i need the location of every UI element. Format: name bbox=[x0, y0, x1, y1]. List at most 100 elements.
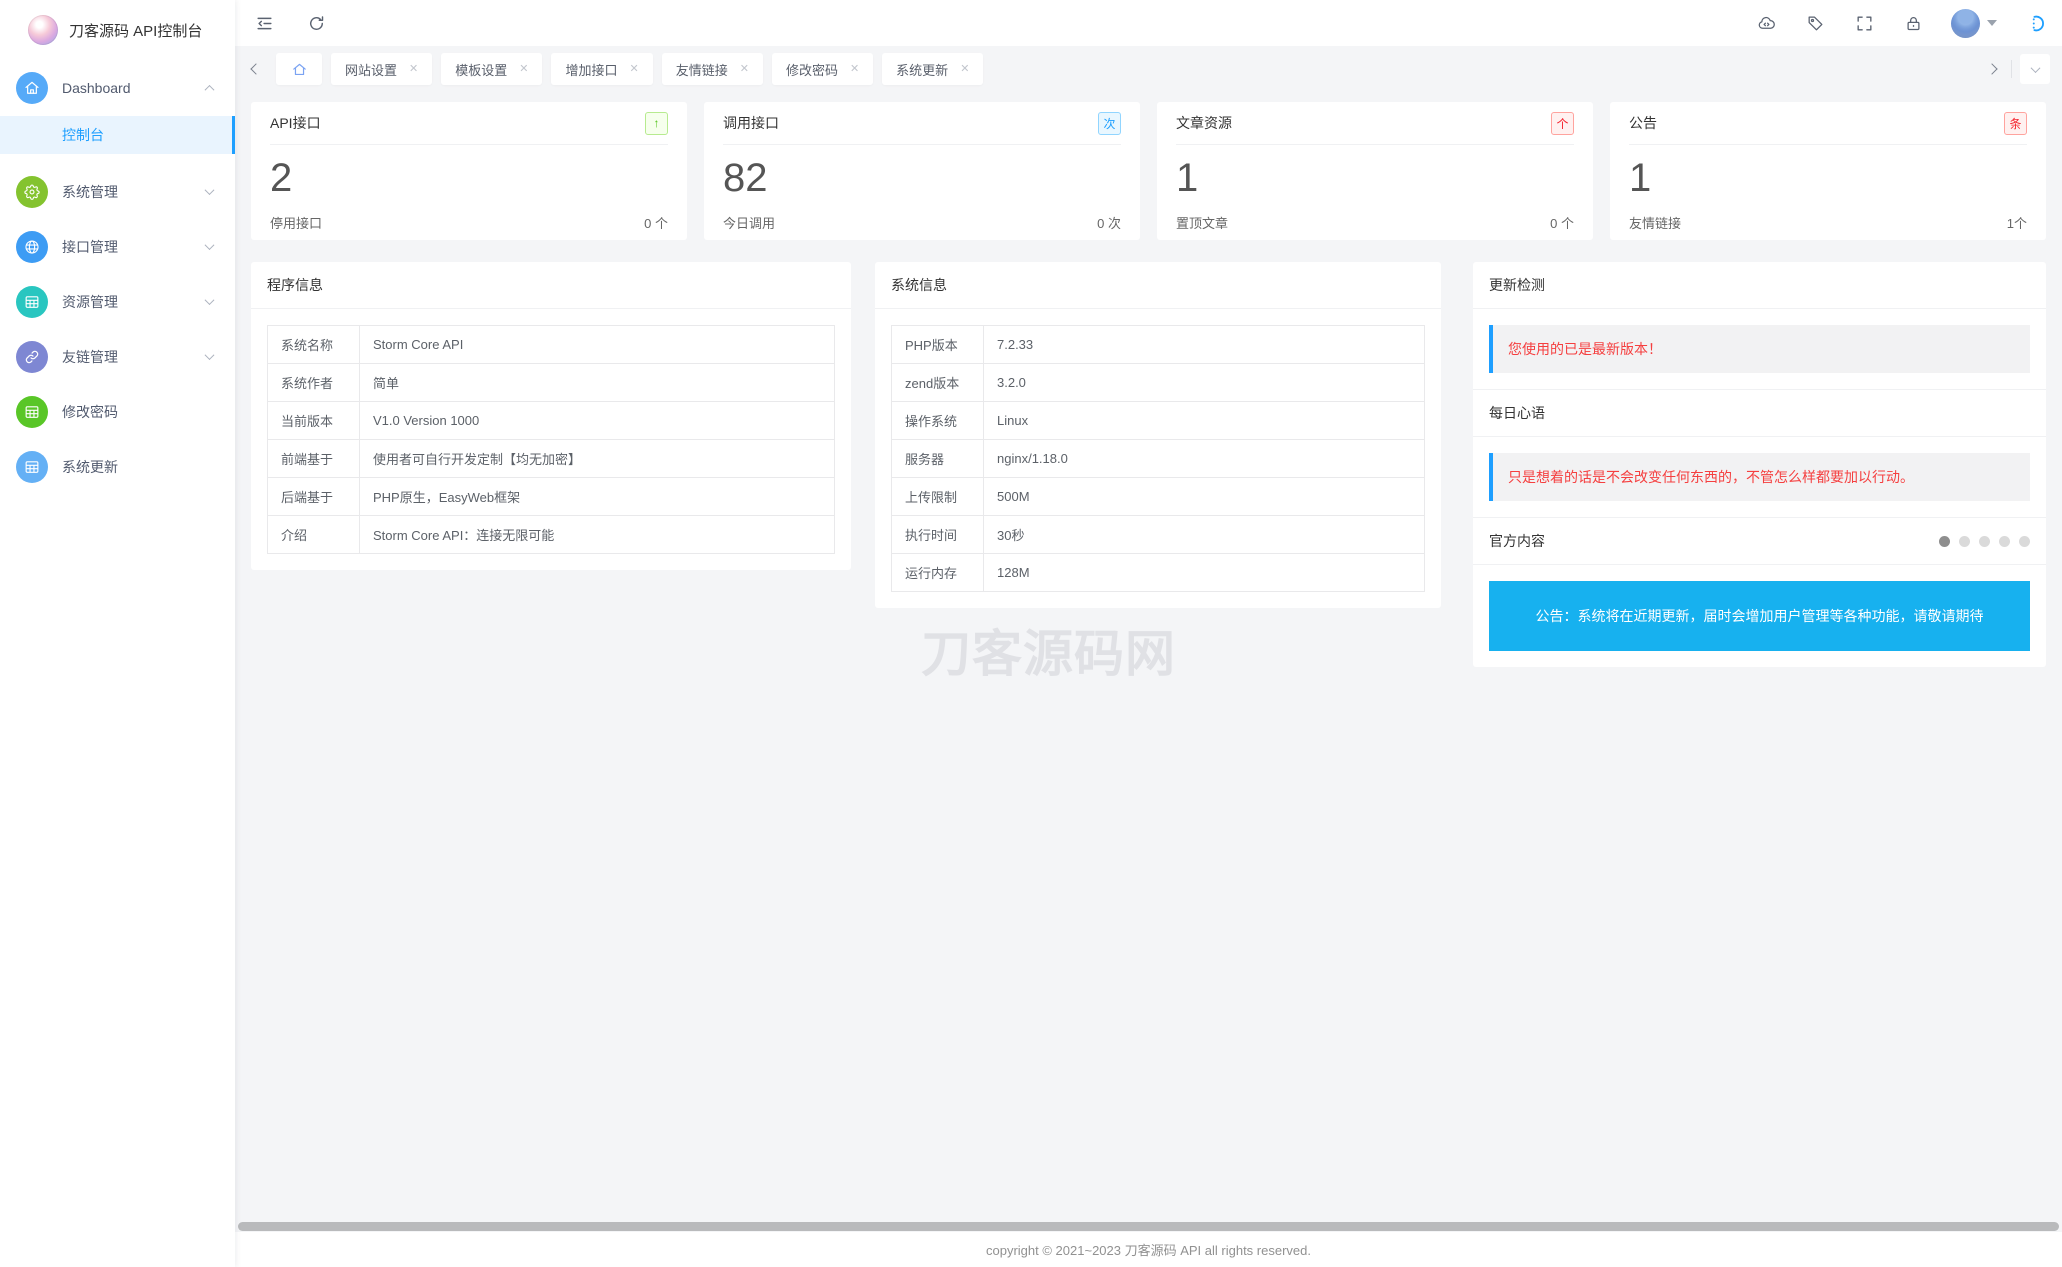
info-label: 系统名称 bbox=[268, 326, 360, 364]
program-info-title: 程序信息 bbox=[251, 262, 851, 309]
info-label: zend版本 bbox=[892, 364, 984, 402]
program-info-table: 系统名称Storm Core API系统作者简单当前版本V1.0 Version… bbox=[267, 325, 835, 554]
tab-item[interactable]: 系统更新✕ bbox=[882, 53, 983, 85]
tag-icon[interactable] bbox=[1804, 12, 1826, 34]
lock-icon[interactable] bbox=[1902, 12, 1924, 34]
close-tab-icon[interactable]: ✕ bbox=[409, 64, 418, 75]
close-tab-icon[interactable]: ✕ bbox=[740, 64, 749, 75]
sidebar-item[interactable]: 接口管理 bbox=[0, 219, 235, 274]
stat-card: 文章资源个1置顶文章0 个 bbox=[1157, 102, 1593, 240]
stat-title: API接口 bbox=[270, 113, 321, 133]
close-tab-icon[interactable]: ✕ bbox=[960, 64, 969, 75]
stat-card: 调用接口次82今日调用0 次 bbox=[704, 102, 1140, 240]
refresh-icon[interactable] bbox=[305, 12, 327, 34]
right-panel: 更新检测 您使用的已是最新版本！ 每日心语 bbox=[1473, 262, 2046, 667]
globe-icon bbox=[16, 231, 48, 263]
tab-item[interactable]: 增加接口✕ bbox=[551, 53, 652, 85]
info-row: 执行时间30秒 bbox=[892, 516, 1425, 554]
collapse-sidebar-icon[interactable] bbox=[253, 12, 275, 34]
link-icon bbox=[16, 341, 48, 373]
carousel-dot[interactable] bbox=[1939, 536, 1950, 547]
sidebar-item[interactable]: 修改密码 bbox=[0, 384, 235, 439]
stat-footer-value: 0 次 bbox=[1097, 213, 1121, 232]
tabbar: 网站设置✕模板设置✕增加接口✕友情链接✕修改密码✕系统更新✕ bbox=[235, 46, 2062, 92]
sidebar-item-label: 系统更新 bbox=[62, 457, 213, 477]
tab-item[interactable]: 模板设置 ✕ bbox=[441, 53, 542, 85]
sidebar-subitem[interactable]: 控制台 bbox=[0, 116, 235, 154]
tabs-forward-icon[interactable] bbox=[1981, 53, 2003, 85]
panels-row: 程序信息 系统名称Storm Core API系统作者简单当前版本V1.0 Ve… bbox=[251, 262, 2046, 667]
info-row: 操作系统Linux bbox=[892, 402, 1425, 440]
sidebar-item[interactable]: 系统更新 bbox=[0, 439, 235, 494]
sidebar-item-label: 友链管理 bbox=[62, 347, 206, 367]
horizontal-scrollbar[interactable] bbox=[238, 1222, 2059, 1231]
user-menu[interactable] bbox=[1951, 9, 1997, 38]
chevron-down-icon bbox=[205, 240, 215, 250]
daily-quote-alert: 只是想着的话是不会改变任何东西的，不管怎么样都要加以行动。 bbox=[1489, 453, 2030, 501]
update-check-section: 更新检测 您使用的已是最新版本！ bbox=[1473, 262, 2046, 390]
info-value: 500M bbox=[984, 478, 1425, 516]
stat-badge: 条 bbox=[2004, 112, 2027, 135]
info-label: 后端基于 bbox=[268, 478, 360, 516]
tabs-back-icon[interactable] bbox=[245, 53, 267, 85]
info-row: 后端基于PHP原生，EasyWeb框架 bbox=[268, 478, 835, 516]
close-tab-icon[interactable]: ✕ bbox=[850, 64, 859, 75]
sidebar-item[interactable]: Dashboard bbox=[0, 60, 235, 116]
tab-home[interactable] bbox=[276, 53, 322, 85]
carousel-dot[interactable] bbox=[1979, 536, 1990, 547]
sidebar-item[interactable]: 资源管理 bbox=[0, 274, 235, 329]
daily-quote-section: 每日心语 只是想着的话是不会改变任何东西的，不管怎么样都要加以行动。 bbox=[1473, 390, 2046, 518]
system-info-panel: 系统信息 PHP版本7.2.33zend版本3.2.0操作系统Linux服务器n… bbox=[875, 262, 1441, 608]
sidebar-menu: Dashboard 控制台系统管理接口管理资源管理友链管理修改密码系统更新 bbox=[0, 60, 235, 494]
close-tab-icon[interactable]: ✕ bbox=[519, 64, 528, 75]
cloud-code-icon[interactable] bbox=[1755, 12, 1777, 34]
update-check-message: 您使用的已是最新版本！ bbox=[1508, 339, 1662, 359]
close-tab-icon[interactable]: ✕ bbox=[629, 64, 638, 75]
stat-footer-value: 0 个 bbox=[644, 213, 668, 232]
carousel-dot[interactable] bbox=[1999, 536, 2010, 547]
stat-footer-value: 0 个 bbox=[1550, 213, 1574, 232]
tab-item[interactable]: 网站设置 ✕ bbox=[331, 53, 432, 85]
info-label: 服务器 bbox=[892, 440, 984, 478]
tab-label: 网站设置 bbox=[345, 60, 397, 79]
info-label: PHP版本 bbox=[892, 326, 984, 364]
tab-item[interactable]: 修改密码✕ bbox=[772, 53, 873, 85]
logo-avatar bbox=[28, 15, 58, 45]
sidebar-subitem-label: 控制台 bbox=[62, 125, 104, 145]
tab-item[interactable]: 友情链接 ✕ bbox=[662, 53, 763, 85]
sidebar: 刀客源码 API控制台 Dashboard控制台系统管理接口管理资源管理友链管理… bbox=[0, 0, 235, 1267]
official-content-section: 官方内容 公告：系统将在近期更新，届时会增加用户管理等各种功能，请敬请期待 bbox=[1473, 518, 2046, 667]
info-label: 执行时间 bbox=[892, 516, 984, 554]
info-row: 运行内存128M bbox=[892, 554, 1425, 592]
info-value: 使用者可自行开发定制【均无加密】 bbox=[360, 440, 835, 478]
fullscreen-icon[interactable] bbox=[1853, 12, 1875, 34]
program-info-panel: 程序信息 系统名称Storm Core API系统作者简单当前版本V1.0 Ve… bbox=[251, 262, 851, 570]
stat-card: API接口↑2停用接口0 个 bbox=[251, 102, 687, 240]
tab-label: 模板设置 bbox=[455, 60, 507, 79]
official-content-title: 官方内容 bbox=[1489, 531, 1545, 551]
update-check-alert: 您使用的已是最新版本！ bbox=[1489, 325, 2030, 373]
info-value: 30秒 bbox=[984, 516, 1425, 554]
info-row: 服务器nginx/1.18.0 bbox=[892, 440, 1425, 478]
stat-footer-label: 停用接口 bbox=[270, 213, 322, 232]
avatar[interactable] bbox=[1951, 9, 1980, 38]
chevron-down-icon bbox=[205, 295, 215, 305]
sidebar-item[interactable]: 系统管理 bbox=[0, 164, 235, 219]
tab-list: 网站设置✕模板设置✕增加接口✕友情链接✕修改密码✕系统更新✕ bbox=[331, 53, 983, 85]
home-icon bbox=[291, 61, 308, 78]
carousel-dot[interactable] bbox=[2019, 536, 2030, 547]
topbar-left bbox=[253, 12, 327, 34]
chevron-down-icon bbox=[205, 350, 215, 360]
info-label: 当前版本 bbox=[268, 402, 360, 440]
carousel-dot[interactable] bbox=[1959, 536, 1970, 547]
info-value: Storm Core API bbox=[360, 326, 835, 364]
grid-icon bbox=[16, 286, 48, 318]
sidebar-item[interactable]: 友链管理 bbox=[0, 329, 235, 384]
sidebar-item-label: 系统管理 bbox=[62, 182, 206, 202]
theme-settings-icon[interactable] bbox=[2024, 12, 2046, 34]
tab-label: 友情链接 bbox=[676, 60, 728, 79]
tabs-menu-icon[interactable] bbox=[2020, 54, 2050, 84]
system-info-title: 系统信息 bbox=[875, 262, 1441, 309]
grid-icon bbox=[16, 451, 48, 483]
sidebar-item-label: 接口管理 bbox=[62, 237, 206, 257]
